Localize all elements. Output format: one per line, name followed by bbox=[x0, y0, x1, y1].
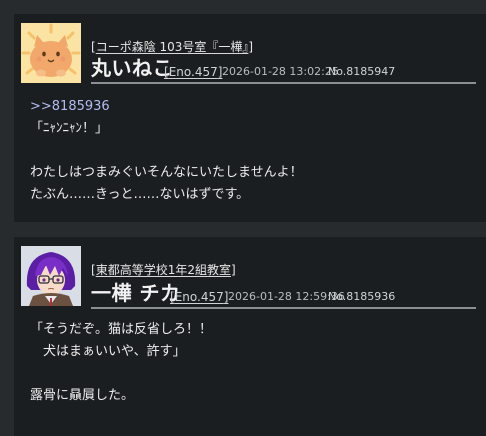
room-bracket-close: ] bbox=[230, 263, 236, 277]
post-timestamp: 2026-01-28 13:02:25 bbox=[222, 65, 339, 78]
post-body: >>8185936 「ﾆｬﾝﾆｬﾝ！」 わたしはつまみぐいそんなにいたしませんよ… bbox=[30, 96, 476, 206]
room-link[interactable]: 東都高等学校1年2組教室 bbox=[96, 263, 231, 277]
post-card: [東都高等学校1年2組教室] 一樺 チカ [Eno.457] 2026-01-2… bbox=[14, 237, 486, 436]
post-header: 一樺 チカ [Eno.457] 2026-01-28 12:59:36 No.8… bbox=[91, 281, 476, 309]
post-text-line: 犬はまぁいいや、許す」 bbox=[30, 344, 186, 359]
post-card: [コーポ森陰 103号室『一樺』] 丸いねこ [Eno.457] 2026-01… bbox=[14, 14, 486, 222]
post-number[interactable]: No.8185947 bbox=[328, 65, 395, 78]
eno-link[interactable]: [Eno.457] bbox=[164, 65, 222, 79]
avatar[interactable] bbox=[21, 23, 81, 83]
reply-anchor-link[interactable]: >>8185936 bbox=[30, 96, 476, 118]
avatar[interactable] bbox=[21, 246, 81, 306]
character-name: 一樺 チカ bbox=[91, 281, 181, 305]
student-portrait-icon bbox=[21, 246, 81, 306]
post-header: 丸いねこ [Eno.457] 2026-01-28 13:02:25 No.81… bbox=[91, 56, 476, 84]
post-text-line: たぶん……きっと……ないはずです。 bbox=[30, 187, 250, 202]
post-number[interactable]: No.8185936 bbox=[328, 290, 395, 303]
room-bracket-close: ] bbox=[248, 40, 254, 54]
round-cat-icon bbox=[21, 23, 81, 83]
eno-link[interactable]: [Eno.457] bbox=[170, 290, 228, 304]
post-body: 「そうだぞ。猫は反省しろ！！ 犬はまぁいいや、許す」 露骨に贔屓した。 bbox=[30, 319, 476, 407]
post-text-line: 「ﾆｬﾝﾆｬﾝ！」 bbox=[30, 121, 109, 136]
eno-text[interactable]: Eno.457 bbox=[175, 290, 224, 304]
eno-text[interactable]: Eno.457 bbox=[169, 65, 218, 79]
post-text-line: 露骨に贔屓した。 bbox=[30, 388, 135, 403]
post-text-line: 「そうだぞ。猫は反省しろ！！ bbox=[30, 322, 213, 337]
room-location: [東都高等学校1年2組教室] bbox=[91, 261, 236, 278]
character-name: 丸いねこ bbox=[91, 56, 173, 80]
post-text-line: わたしはつまみぐいそんなにいたしませんよ！ bbox=[30, 165, 303, 180]
